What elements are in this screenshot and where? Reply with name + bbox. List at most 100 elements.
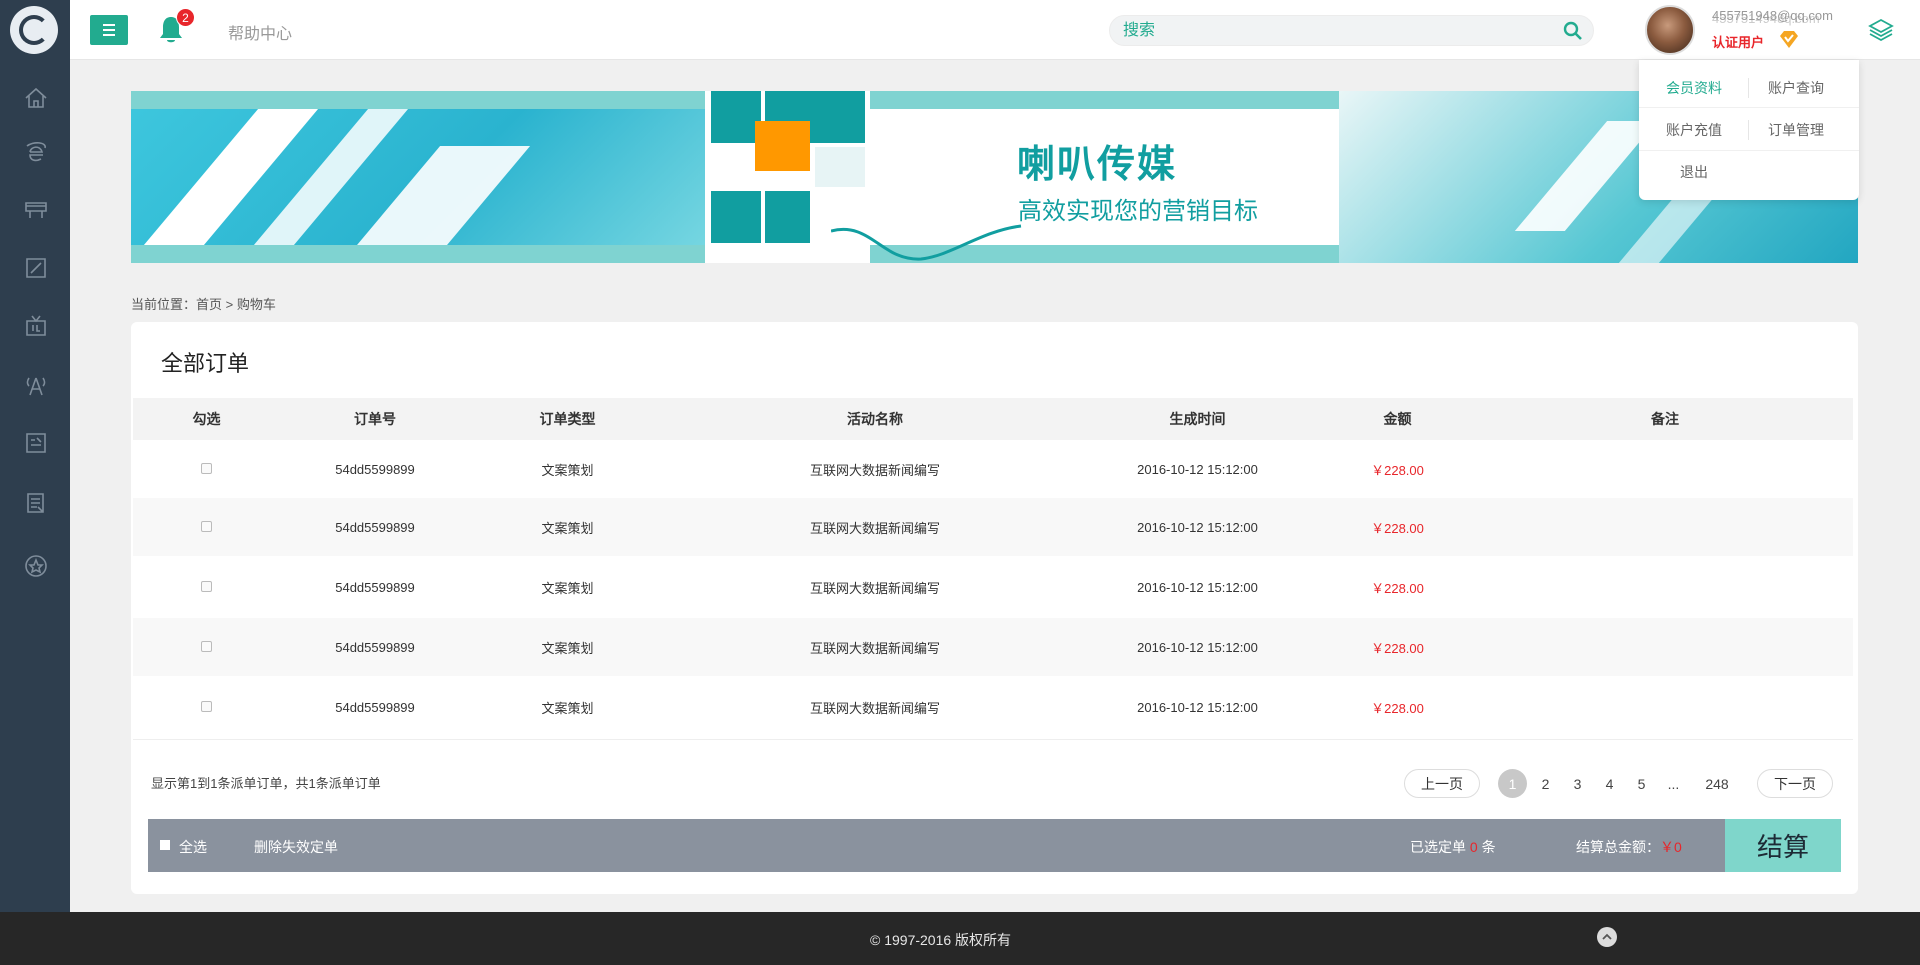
column-header: 备注 (1651, 411, 1679, 427)
page-number[interactable]: 3 (1563, 769, 1592, 798)
home-icon[interactable] (22, 84, 50, 112)
table-row[interactable]: 54dd5599899 文案策划 互联网大数据新闻编写 2016-10-12 1… (133, 676, 1853, 740)
total-amount-text: 结算总金额：￥0 (1576, 837, 1682, 857)
created-time: 2016-10-12 15:12:00 (1137, 461, 1258, 477)
cloud-tile (711, 191, 761, 243)
row-checkbox[interactable] (201, 462, 212, 474)
help-center-link[interactable]: 帮助中心 (228, 20, 292, 44)
search-box (1109, 15, 1594, 46)
document-icon[interactable] (22, 489, 50, 517)
menu-separator (1748, 120, 1749, 140)
search-input[interactable] (1110, 16, 1530, 45)
order-type: 文案策划 (541, 580, 594, 596)
avatar[interactable] (1645, 5, 1695, 55)
tv-icon[interactable] (22, 312, 50, 340)
copyright: © 1997-2016 版权所有 (870, 932, 1012, 948)
headphones-tile (711, 91, 761, 143)
created-time: 2016-10-12 15:12:00 (1137, 579, 1258, 595)
order-number: 54dd5599899 (335, 461, 415, 477)
activity-name: 互联网大数据新闻编写 (809, 701, 940, 716)
order-type: 文案策划 (541, 520, 594, 536)
page-number[interactable]: 248 (1699, 769, 1735, 798)
menu-bar-icon (103, 29, 115, 31)
layers-icon[interactable] (1868, 17, 1894, 43)
column-header: 订单类型 (539, 411, 596, 427)
table-row[interactable]: 54dd5599899 文案策划 互联网大数据新闻编写 2016-10-12 1… (133, 618, 1853, 676)
menu-separator (1748, 78, 1749, 98)
order-amount: ￥228.00 (1371, 701, 1424, 716)
star-icon[interactable] (22, 552, 50, 580)
row-checkbox[interactable] (201, 520, 212, 532)
results-summary: 显示第1到1条派单订单，共1条派单订单 (151, 776, 381, 791)
menu-item-recharge[interactable]: 账户充值 (1666, 120, 1722, 140)
banner: 喇叭传媒 高效实现您的营销目标 (131, 91, 1858, 263)
orders-table: 勾选 订单号 订单类型 活动名称 生成时间 金额 备注 54dd5599899 … (133, 398, 1853, 740)
select-all-label[interactable]: 全选 (179, 837, 207, 857)
checkout-bar: 全选 删除失效定单 已选定单 0 条 结算总金额：￥0 结算 (148, 819, 1841, 872)
banner-title: 喇叭传媒 (1017, 142, 1178, 186)
table-row[interactable]: 54dd5599899 文案策划 互联网大数据新闻编写 2016-10-12 1… (133, 440, 1853, 498)
column-header: 生成时间 (1169, 411, 1226, 427)
created-time: 2016-10-12 15:12:00 (1137, 639, 1258, 655)
banner-subtitle: 高效实现您的营销目标 (1018, 197, 1258, 225)
row-checkbox[interactable] (201, 701, 212, 712)
menu-item-profile[interactable]: 会员资料 (1666, 78, 1722, 98)
order-type: 文案策划 (541, 640, 594, 656)
logo[interactable] (10, 6, 58, 54)
activity-name: 互联网大数据新闻编写 (809, 580, 940, 596)
created-time: 2016-10-12 15:12:00 (1137, 519, 1258, 535)
selected-suffix: 条 (1481, 839, 1496, 855)
menu-item-order-management[interactable]: 订单管理 (1768, 120, 1824, 140)
order-type: 文案策划 (541, 701, 594, 716)
order-number: 54dd5599899 (335, 639, 415, 655)
user-email[interactable]: 455751948@qq.com (1712, 8, 1833, 23)
table-header: 勾选 订单号 订单类型 活动名称 生成时间 金额 备注 (133, 398, 1853, 440)
notification-badge: 2 (176, 8, 195, 27)
browser-icon[interactable] (22, 139, 50, 167)
footer: © 1997-2016 版权所有 (0, 912, 1920, 965)
row-checkbox[interactable] (201, 580, 212, 592)
chevron-up-icon (1602, 933, 1612, 940)
order-amount: ￥228.00 (1371, 640, 1424, 656)
billboard-icon[interactable] (22, 195, 50, 223)
order-number: 54dd5599899 (335, 579, 415, 595)
tower-icon[interactable] (22, 371, 50, 399)
table-row[interactable]: 54dd5599899 文案策划 互联网大数据新闻编写 2016-10-12 1… (133, 556, 1853, 618)
order-amount: ￥228.00 (1371, 520, 1424, 536)
search-icon[interactable] (1563, 21, 1583, 41)
page-number[interactable]: 4 (1595, 769, 1624, 798)
checkout-button[interactable]: 结算 (1725, 819, 1841, 872)
menu-item-account-query[interactable]: 账户查询 (1768, 78, 1824, 98)
store-tile (755, 121, 810, 171)
order-type: 文案策划 (541, 462, 594, 478)
back-to-top-button[interactable] (1597, 927, 1617, 947)
activity-name: 互联网大数据新闻编写 (809, 640, 940, 656)
selected-count-text: 已选定单 0 条 (1410, 837, 1496, 857)
menu-divider (1639, 150, 1859, 151)
prev-page-button[interactable]: 上一页 (1404, 769, 1480, 798)
menu-item-logout[interactable]: 退出 (1680, 162, 1708, 182)
verified-user-label: 认证用户 (1712, 35, 1765, 50)
row-checkbox[interactable] (201, 640, 212, 652)
column-header: 勾选 (192, 411, 221, 427)
menu-bar-icon (103, 34, 115, 36)
menu-divider (1639, 107, 1859, 108)
menu-toggle-button[interactable] (90, 15, 128, 45)
next-page-button[interactable]: 下一页 (1757, 769, 1833, 798)
page-number[interactable]: 1 (1498, 769, 1527, 798)
page-number[interactable]: 2 (1531, 769, 1560, 798)
delete-invalid-button[interactable]: 删除失效定单 (254, 837, 338, 857)
user-menu-dropdown: 会员资料 账户查询 账户充值 订单管理 退出 (1639, 60, 1859, 200)
total-value: ￥0 (1660, 839, 1682, 855)
page-number[interactable]: 5 (1627, 769, 1656, 798)
menu-bar-icon (103, 24, 115, 26)
order-number: 54dd5599899 (335, 700, 415, 715)
column-header: 订单号 (354, 411, 396, 427)
select-all-checkbox[interactable] (160, 840, 170, 850)
edit-icon[interactable] (22, 254, 50, 282)
activity-name: 互联网大数据新闻编写 (809, 520, 940, 536)
breadcrumb: 当前位置：首页 > 购物车 (131, 297, 276, 312)
media-icon[interactable] (22, 429, 50, 457)
sidebar (0, 0, 70, 912)
table-row[interactable]: 54dd5599899 文案策划 互联网大数据新闻编写 2016-10-12 1… (133, 498, 1853, 556)
